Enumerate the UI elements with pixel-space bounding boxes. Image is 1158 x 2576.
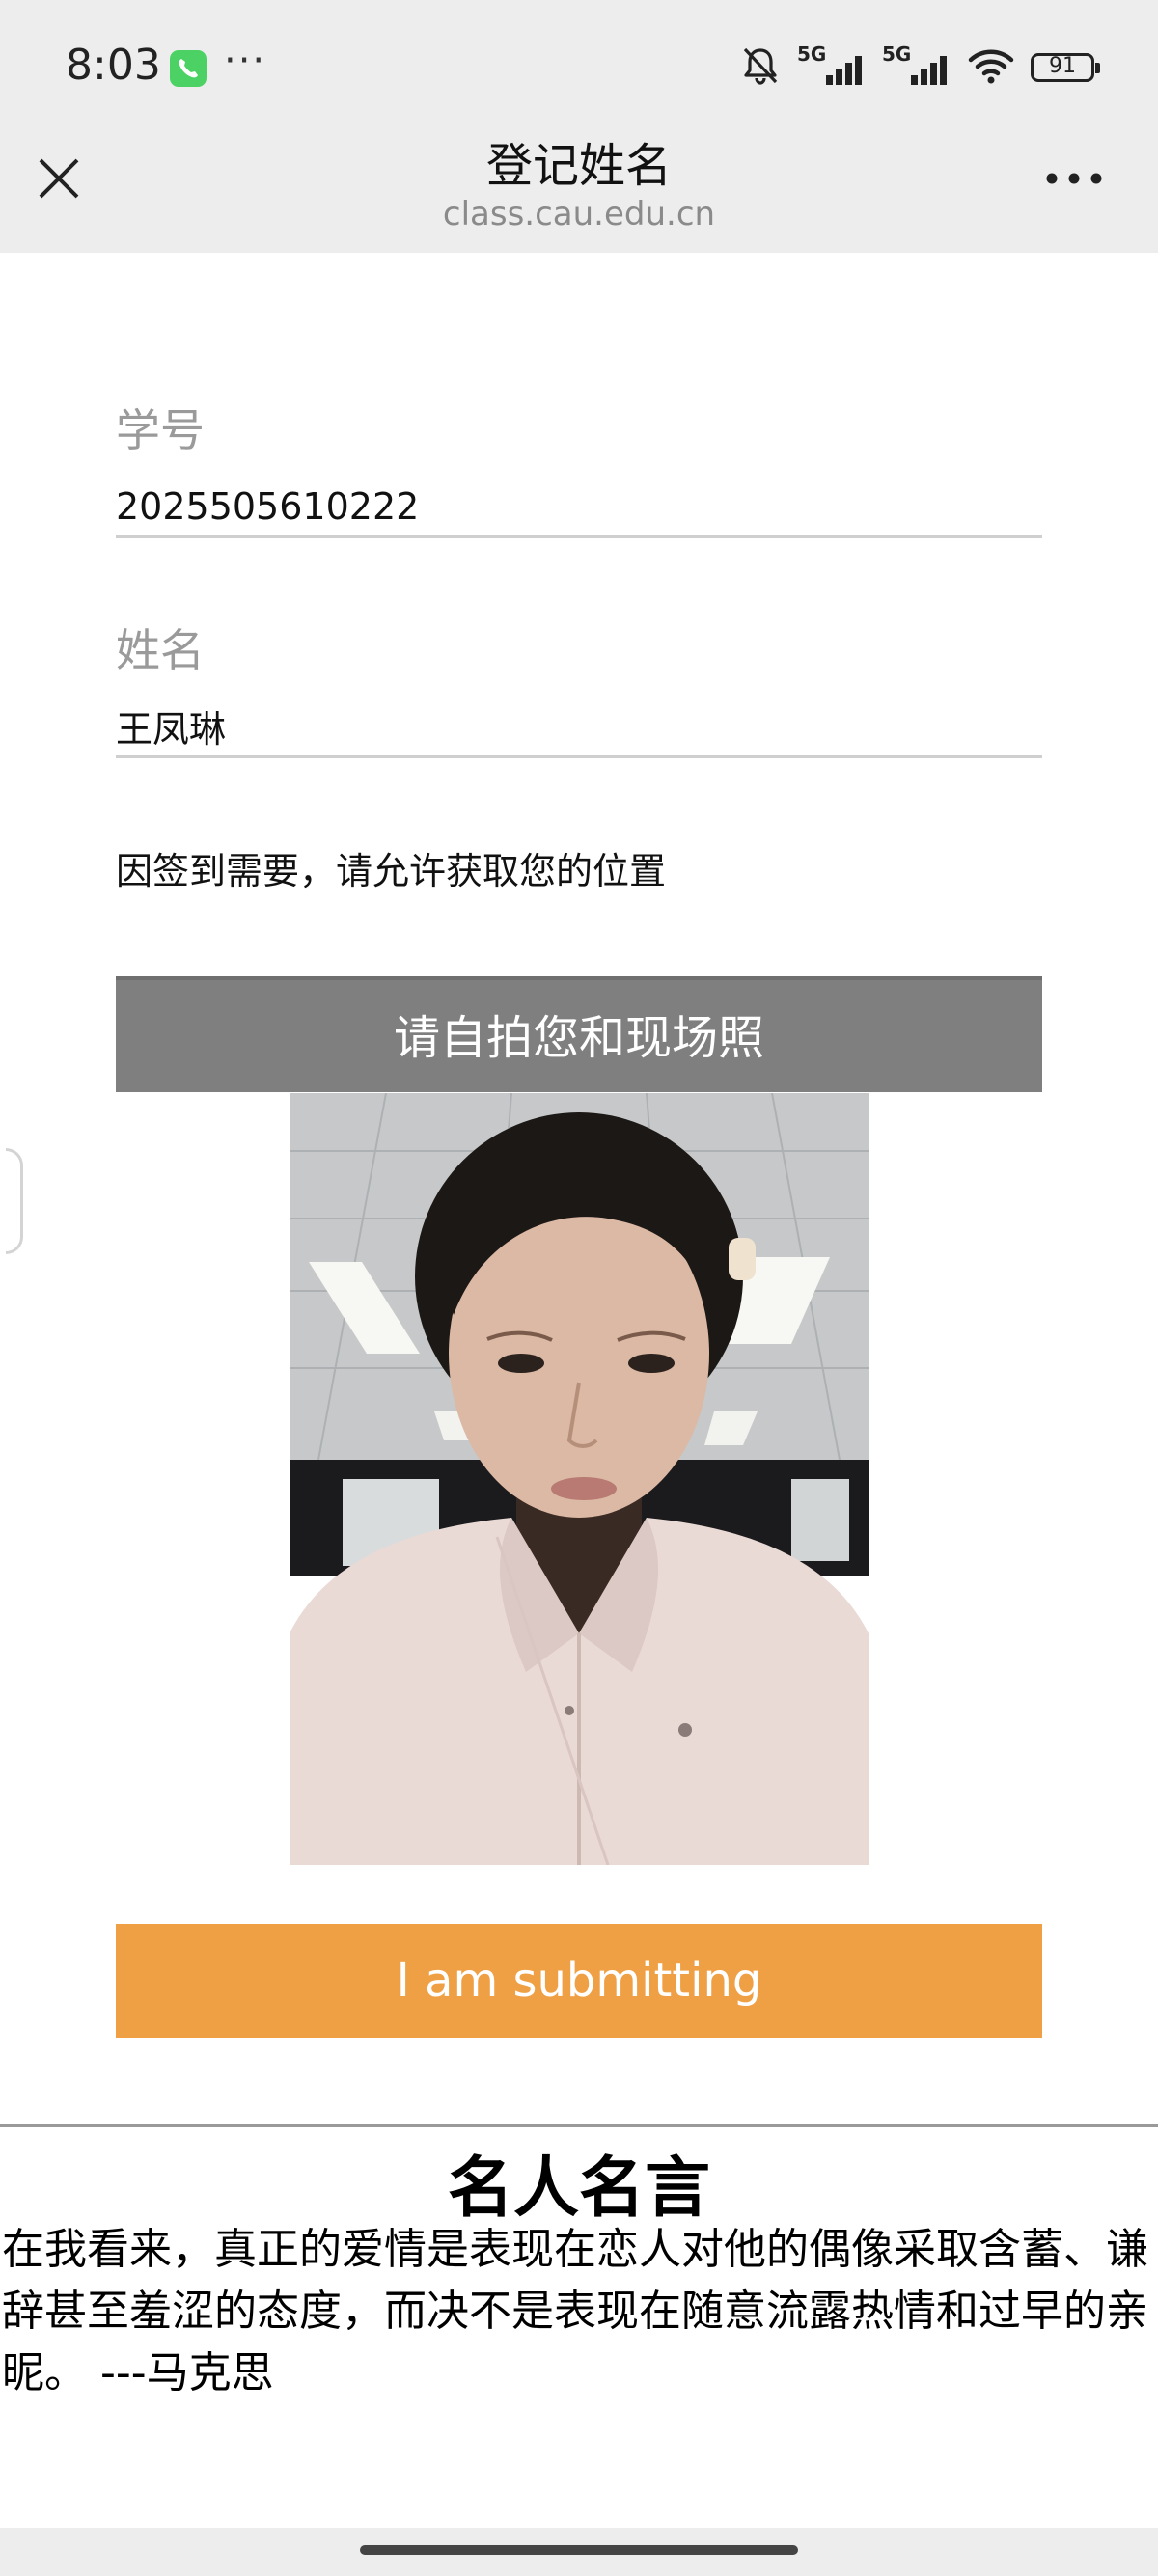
network-type-2: 5G (882, 42, 912, 66)
battery-level: 91 (1049, 54, 1076, 78)
name-input[interactable] (116, 697, 1042, 758)
phone-icon (170, 50, 207, 87)
take-selfie-button[interactable]: 请自拍您和现场照 (116, 976, 1042, 1092)
signal-icon: 5G (882, 42, 951, 89)
battery-icon: 91 (1031, 53, 1100, 82)
page-title: 登记姓名 (485, 139, 672, 193)
more-icon[interactable] (1040, 154, 1108, 203)
status-more: ··· (224, 39, 267, 83)
student-id-input[interactable] (116, 477, 1042, 538)
wifi-icon (967, 46, 1015, 89)
quote-text: 在我看来，真正的爱情是表现在恋人对他的偶像采取含蓄、谦辞甚至羞涩的态度，而决不是… (2, 2225, 1148, 2398)
location-note: 因签到需要，请允许获取您的位置 (116, 850, 667, 892)
submit-button[interactable]: I am submitting (116, 1924, 1042, 2038)
home-indicator[interactable] (360, 2545, 798, 2555)
status-bar: 8:03 ··· 5G 5G 91 (0, 0, 1158, 137)
selfie-photo (290, 1093, 868, 1865)
student-id-label: 学号 (116, 404, 205, 456)
status-time: 8:03 (66, 41, 161, 90)
bell-muted-icon (739, 44, 782, 91)
name-label: 姓名 (116, 624, 205, 676)
page-url: class.cau.edu.cn (442, 195, 716, 233)
signal-icon: 5G (797, 42, 867, 89)
status-icons: 5G 5G 91 (739, 42, 1100, 91)
quote-title: 名人名言 (447, 2151, 710, 2227)
quote-divider (0, 2124, 1158, 2127)
side-drawer-handle[interactable] (6, 1148, 23, 1254)
network-type-1: 5G (797, 42, 827, 66)
